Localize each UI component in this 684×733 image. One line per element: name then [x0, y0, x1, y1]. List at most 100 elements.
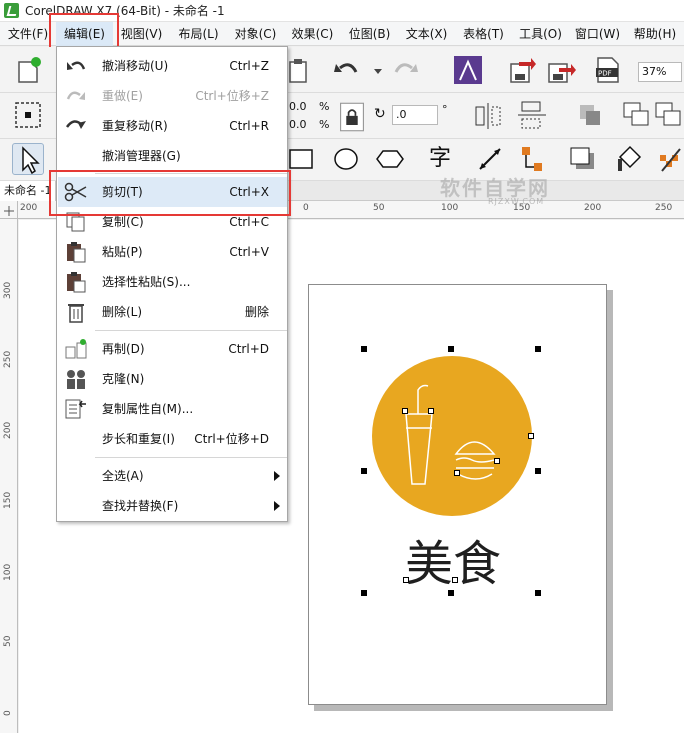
zoom-level-field[interactable]: 37%	[638, 62, 682, 82]
degree-label: °	[442, 103, 448, 116]
text-node-handle[interactable]	[452, 577, 458, 583]
menu-object[interactable]: 对象(C)	[227, 22, 284, 46]
svg-text:PDF: PDF	[598, 70, 612, 78]
menu-table[interactable]: 表格(T)	[455, 22, 512, 46]
menu-tools[interactable]: 工具(O)	[512, 22, 569, 46]
mirror-vertical-icon[interactable]	[516, 99, 548, 131]
selection-handle-right[interactable]	[535, 468, 541, 474]
ruler-h-label: 200	[20, 203, 38, 213]
scale-field-a[interactable]: 0.0	[286, 98, 316, 118]
ruler-v-label: 50	[3, 635, 13, 647]
rotation-angle-field[interactable]: .0	[392, 105, 438, 125]
dimension-tool-icon[interactable]	[474, 143, 506, 175]
connector-tool-icon[interactable]	[516, 143, 548, 175]
menu-item-label: 查找并替换(F)	[102, 499, 179, 513]
menu-item-repeat[interactable]: 重复移动(R) Ctrl+R	[58, 111, 287, 141]
selection-handle-bottom-right[interactable]	[535, 590, 541, 596]
text-node-handle[interactable]	[403, 577, 409, 583]
menu-text[interactable]: 文本(X)	[398, 22, 455, 46]
menu-layout[interactable]: 布局(L)	[170, 22, 227, 46]
node-handle[interactable]	[454, 470, 460, 476]
menu-item-redo[interactable]: 重做(E) Ctrl+位移+Z	[58, 81, 287, 111]
node-handle[interactable]	[428, 408, 434, 414]
selection-handle-top[interactable]	[448, 346, 454, 352]
menu-item-undo[interactable]: 撤消移动(U) Ctrl+Z	[58, 51, 287, 81]
artwork-title-text[interactable]: 美食	[405, 536, 501, 592]
menu-file[interactable]: 文件(F)	[0, 22, 56, 46]
menu-item-clone[interactable]: 克隆(N)	[58, 364, 287, 394]
publish-pdf-icon[interactable]: PDF	[592, 54, 624, 86]
menu-item-paste[interactable]: 粘贴(P) Ctrl+V	[58, 237, 287, 267]
import-icon[interactable]	[452, 54, 484, 86]
ruler-h-label: 0	[303, 203, 309, 213]
menu-item-undo-manager[interactable]: 撤消管理器(G)	[58, 141, 287, 171]
menu-item-label: 撤消移动(U)	[102, 59, 169, 73]
menu-item-shortcut: Ctrl+C	[229, 215, 269, 229]
menu-bitmaps[interactable]: 位图(B)	[341, 22, 398, 46]
redo-toolbar-icon[interactable]	[390, 54, 422, 86]
menu-help[interactable]: 帮助(H)	[626, 22, 684, 46]
menu-item-copy[interactable]: 复制(C) Ctrl+C	[58, 207, 287, 237]
menu-bar: 文件(F) 编辑(E) 视图(V) 布局(L) 对象(C) 效果(C) 位图(B…	[0, 21, 684, 46]
ruler-v-label: 250	[3, 350, 13, 368]
document-tab[interactable]: 未命名 -1	[0, 181, 57, 201]
scale-field-b[interactable]: 0.0	[286, 116, 316, 136]
polygon-tool-icon[interactable]	[374, 143, 406, 175]
submenu-arrow-icon	[274, 501, 280, 511]
export-icon[interactable]	[505, 54, 537, 86]
undo-toolbar-icon[interactable]	[330, 54, 362, 86]
wrap-text-icon[interactable]	[574, 99, 606, 131]
menu-item-copy-properties[interactable]: 复制属性自(M)...	[58, 394, 287, 424]
rectangle-tool-icon[interactable]	[285, 143, 317, 175]
food-logo-graphic[interactable]	[360, 346, 545, 526]
clone-icon	[64, 368, 88, 390]
export-to-icon[interactable]	[545, 54, 577, 86]
pick-tool-icon[interactable]	[12, 143, 44, 175]
menu-item-step-and-repeat[interactable]: 步长和重复(I) Ctrl+位移+D	[58, 424, 287, 454]
ruler-h-label: 250	[655, 203, 673, 213]
ruler-h-label: 100	[441, 203, 459, 213]
undo-icon	[64, 55, 88, 77]
node-handle[interactable]	[494, 458, 500, 464]
new-document-icon[interactable]	[12, 54, 44, 86]
ruler-v-label: 300	[3, 281, 13, 299]
to-back-icon[interactable]	[652, 99, 684, 131]
selection-handle-top-right[interactable]	[535, 346, 541, 352]
interactive-fill-icon[interactable]	[656, 143, 684, 175]
ruler-h-label: 200	[584, 203, 602, 213]
selection-handle-bottom-left[interactable]	[361, 590, 367, 596]
selection-handle-left[interactable]	[361, 468, 367, 474]
selection-handle-top-left[interactable]	[361, 346, 367, 352]
menu-item-label: 全选(A)	[102, 469, 144, 483]
to-front-icon[interactable]	[620, 99, 652, 131]
menu-edit[interactable]: 编辑(E)	[56, 21, 113, 46]
lock-ratio-icon[interactable]	[336, 101, 364, 132]
menu-item-duplicate[interactable]: 再制(D) Ctrl+D	[58, 334, 287, 364]
menu-item-paste-special[interactable]: 选择性粘贴(S)...	[58, 267, 287, 297]
menu-item-cut[interactable]: 剪切(T) Ctrl+X	[58, 177, 287, 207]
menu-item-delete[interactable]: 删除(L) 删除	[58, 297, 287, 327]
node-handle[interactable]	[402, 408, 408, 414]
undo-dropdown-icon[interactable]	[362, 54, 382, 86]
object-origin-icon[interactable]	[12, 99, 44, 131]
paste-special-icon	[64, 271, 88, 293]
ruler-origin-icon[interactable]	[0, 201, 18, 219]
menu-window[interactable]: 窗口(W)	[569, 22, 626, 46]
ruler-h-label: 50	[373, 203, 385, 213]
text-tool-icon[interactable]: 字	[424, 143, 456, 175]
drop-shadow-tool-icon[interactable]	[566, 143, 598, 175]
menu-effects[interactable]: 效果(C)	[284, 22, 341, 46]
menu-item-shortcut: Ctrl+位移+Z	[195, 89, 269, 103]
menu-item-label: 再制(D)	[102, 342, 145, 356]
fill-tool-icon[interactable]	[612, 143, 644, 175]
menu-view[interactable]: 视图(V)	[113, 22, 170, 46]
menu-item-shortcut: Ctrl+R	[229, 119, 269, 133]
ellipse-tool-icon[interactable]	[330, 143, 362, 175]
node-handle[interactable]	[528, 433, 534, 439]
menu-item-select-all[interactable]: 全选(A)	[58, 461, 287, 491]
menu-item-find-replace[interactable]: 查找并替换(F)	[58, 491, 287, 521]
window-title: CorelDRAW X7 (64-Bit) - 未命名 -1	[25, 4, 225, 18]
mirror-horizontal-icon[interactable]	[472, 99, 504, 131]
vertical-ruler[interactable]: 300 250 200 150 100 50 0	[0, 219, 18, 733]
scissors-icon	[64, 181, 88, 203]
